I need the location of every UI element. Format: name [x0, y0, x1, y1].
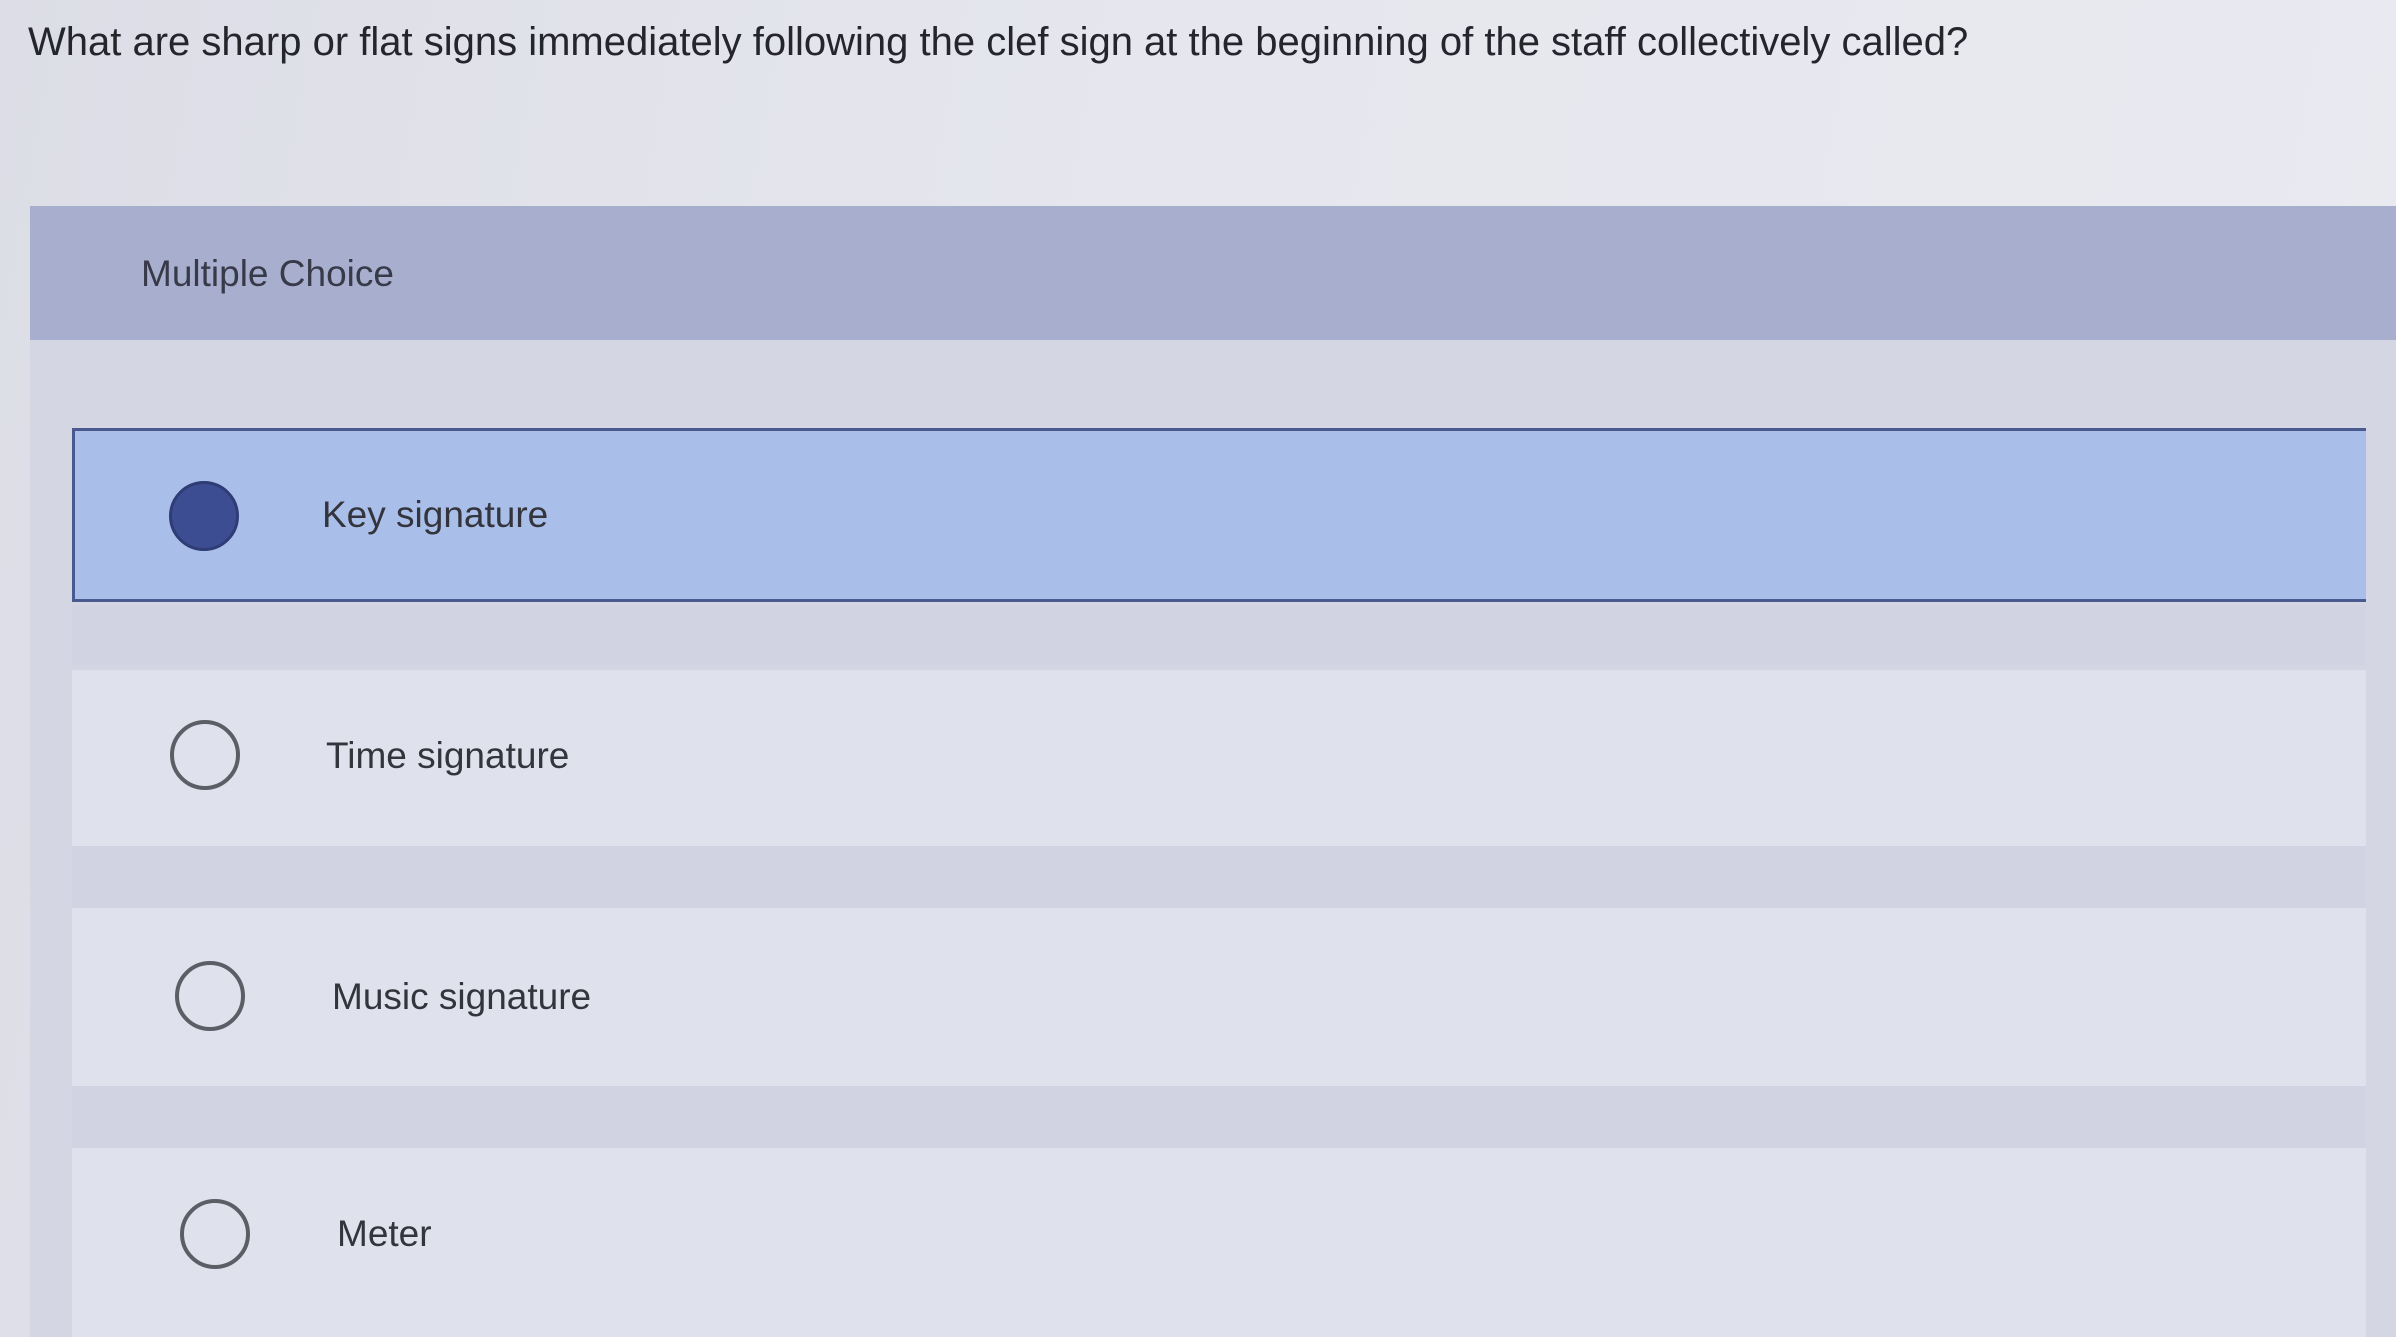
question-text: What are sharp or flat signs immediately…	[28, 20, 1969, 64]
separator-band	[72, 1086, 2366, 1148]
radio-empty-icon[interactable]	[180, 1199, 250, 1269]
option-label: Music signature	[332, 976, 592, 1017]
option-label: Time signature	[326, 735, 570, 776]
option-label: Meter	[337, 1213, 432, 1254]
separator-band	[72, 605, 2366, 665]
option-music-signature[interactable]: Music signature	[72, 908, 2366, 1086]
radio-selected-icon[interactable]	[169, 481, 239, 551]
separator-band	[72, 846, 2366, 908]
option-key-signature[interactable]: Key signature	[72, 428, 2366, 602]
radio-empty-icon[interactable]	[175, 961, 245, 1031]
radio-empty-icon[interactable]	[170, 720, 240, 790]
multiple-choice-header: Multiple Choice	[30, 206, 2396, 340]
option-label: Key signature	[322, 494, 549, 535]
multiple-choice-label: Multiple Choice	[141, 253, 394, 294]
option-meter[interactable]: Meter	[72, 1148, 2366, 1337]
option-time-signature[interactable]: Time signature	[72, 670, 2366, 846]
